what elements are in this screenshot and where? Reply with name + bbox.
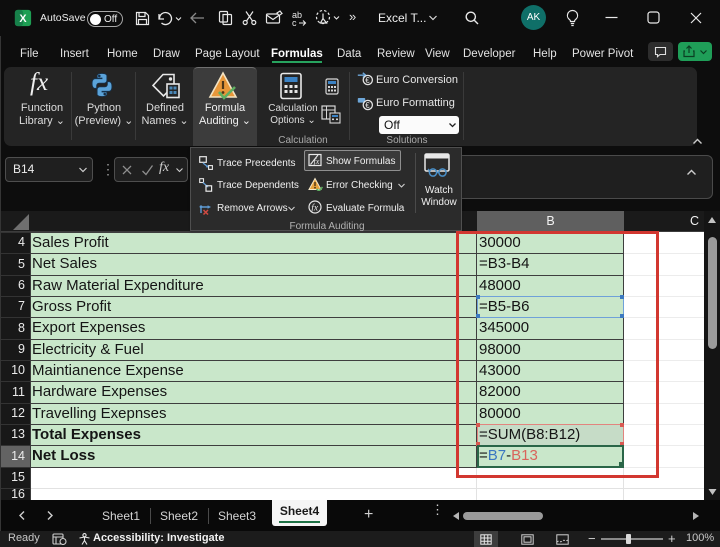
svg-text:X: X bbox=[19, 13, 27, 25]
svg-text:fx: fx bbox=[311, 202, 319, 213]
svg-text:fx: fx bbox=[314, 157, 320, 166]
svg-text:€: € bbox=[365, 76, 370, 85]
svg-text:c: c bbox=[292, 18, 297, 27]
svg-text:€: € bbox=[365, 101, 370, 110]
